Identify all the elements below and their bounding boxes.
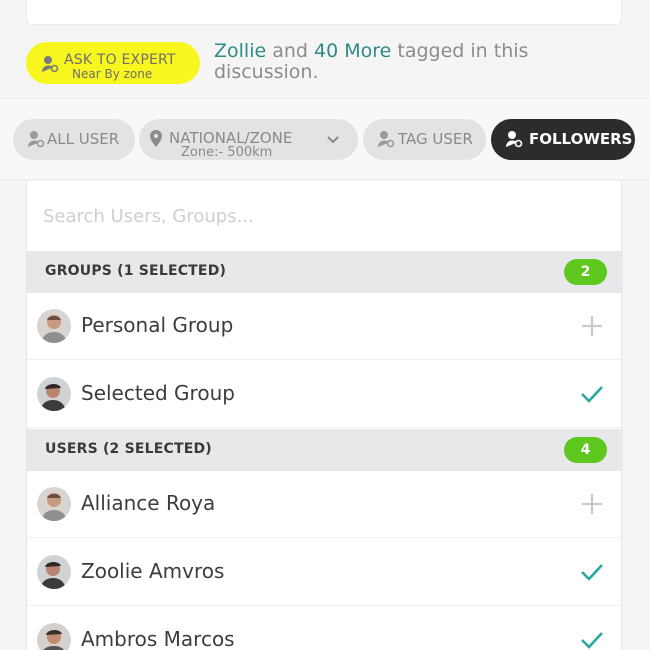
- avatar: [37, 487, 71, 521]
- user-icon: [28, 131, 45, 148]
- user-name: Alliance Roya: [81, 491, 216, 515]
- plus-icon[interactable]: [580, 314, 604, 338]
- user-icon: [506, 131, 523, 148]
- location-pin-icon: [150, 130, 162, 147]
- user-name: Zoolie Amvros: [81, 559, 225, 583]
- user-row-zoolie[interactable]: Zoolie Amvros: [27, 539, 623, 606]
- ask-button-subtitle: Near By zone: [72, 67, 153, 81]
- group-name: Selected Group: [81, 381, 235, 405]
- avatar: [37, 377, 71, 411]
- filter-followers[interactable]: FOLLOWERS: [491, 119, 635, 160]
- group-row-selected[interactable]: Selected Group: [27, 361, 623, 428]
- user-row-alliance[interactable]: Alliance Roya: [27, 471, 623, 538]
- filter-tag-user[interactable]: TAG USER: [363, 119, 486, 160]
- groups-count-badge: 2: [564, 259, 607, 285]
- filter-tag-user-label: TAG USER: [398, 130, 473, 148]
- filter-national-zone[interactable]: NATIONAL/ZONE Zone:- 500km: [139, 119, 358, 160]
- user-row-ambros[interactable]: Ambros Marcos: [27, 607, 623, 650]
- groups-section-header: GROUPS (1 SELECTED) 2: [27, 251, 623, 293]
- user-pin-icon: [42, 56, 59, 73]
- expert-row: ASK TO EXPERT Near By zone Zollie and 40…: [0, 36, 650, 98]
- search-input[interactable]: [43, 199, 603, 233]
- avatar: [37, 555, 71, 589]
- user-name: Ambros Marcos: [81, 627, 235, 650]
- user-icon: [378, 131, 395, 148]
- filter-followers-label: FOLLOWERS: [529, 130, 633, 148]
- users-section-header: USERS (2 SELECTED) 4: [27, 429, 623, 471]
- avatar: [37, 623, 71, 650]
- chevron-down-icon[interactable]: [327, 135, 339, 145]
- tag-and-text: and: [272, 40, 308, 62]
- ask-button-title: ASK TO EXPERT: [64, 52, 176, 68]
- filter-all-user[interactable]: ALL USER: [13, 119, 135, 160]
- checkmark-icon[interactable]: [580, 382, 604, 406]
- search-box: [27, 181, 623, 251]
- group-row-personal[interactable]: Personal Group: [27, 293, 623, 360]
- filter-all-user-label: ALL USER: [47, 130, 120, 148]
- avatar: [37, 309, 71, 343]
- groups-header-label: GROUPS (1 SELECTED): [45, 263, 227, 279]
- plus-icon[interactable]: [580, 492, 604, 516]
- ask-to-expert-button[interactable]: ASK TO EXPERT Near By zone: [26, 42, 200, 84]
- tagged-more-link[interactable]: 40 More: [314, 40, 391, 62]
- filter-bar: ALL USER NATIONAL/ZONE Zone:- 500km TAG …: [0, 98, 650, 180]
- tag-summary: Zollie and 40 More tagged in this discus…: [214, 41, 554, 83]
- checkmark-icon[interactable]: [580, 560, 604, 584]
- previous-card: [26, 0, 622, 25]
- users-header-label: USERS (2 SELECTED): [45, 441, 212, 457]
- tagged-user-link[interactable]: Zollie: [214, 40, 266, 62]
- users-count-badge: 4: [564, 437, 607, 463]
- filter-zone-radius: Zone:- 500km: [181, 145, 273, 160]
- group-name: Personal Group: [81, 313, 234, 337]
- user-group-list: GROUPS (1 SELECTED) 2 Personal Group: [26, 181, 623, 650]
- checkmark-icon[interactable]: [580, 628, 604, 650]
